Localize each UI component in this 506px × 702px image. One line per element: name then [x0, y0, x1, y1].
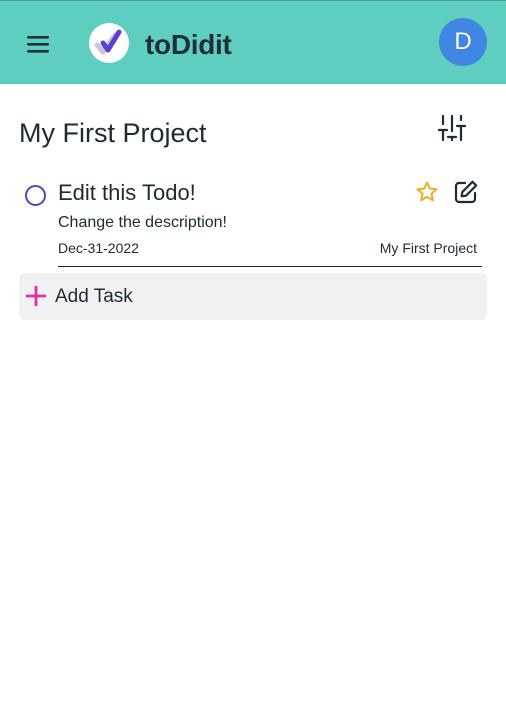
task-title[interactable]: Edit this Todo!	[58, 180, 196, 206]
hamburger-menu-icon[interactable]	[22, 30, 54, 58]
edit-icon[interactable]	[453, 179, 479, 205]
check-logo-icon	[89, 23, 129, 63]
project-title: My First Project	[19, 118, 207, 148]
task-complete-checkbox[interactable]	[25, 185, 46, 206]
plus-icon	[26, 286, 46, 306]
app-title: toDidit	[145, 29, 232, 60]
task-item: Edit this Todo! Change the description! …	[19, 172, 487, 268]
user-avatar[interactable]: D	[439, 18, 487, 66]
add-task-button[interactable]: Add Task	[19, 273, 487, 320]
star-icon[interactable]	[415, 180, 439, 204]
task-due-date: Dec-31-2022	[58, 240, 139, 256]
add-task-label: Add Task	[55, 286, 133, 307]
task-project-label: My First Project	[379, 240, 477, 256]
app-header: toDidit D	[0, 0, 506, 84]
sliders-icon[interactable]	[436, 113, 468, 143]
task-divider	[58, 266, 482, 267]
task-description: Change the description!	[58, 214, 227, 231]
